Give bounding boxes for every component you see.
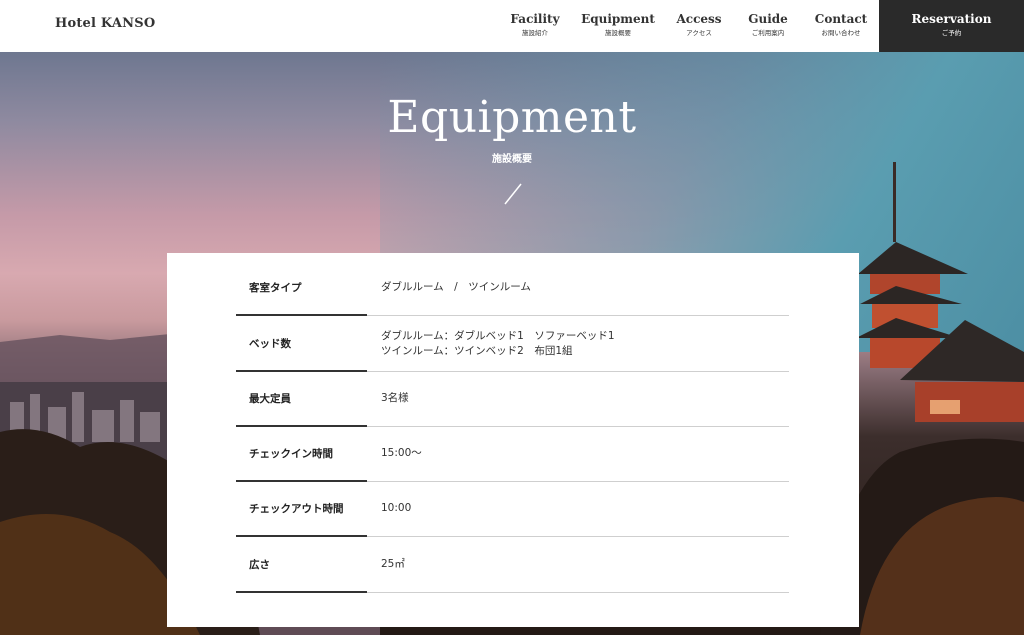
nav-item-contact[interactable]: Contact お問い合わせ bbox=[815, 12, 867, 38]
row-value-line: 25㎡ bbox=[381, 558, 405, 570]
nav-sublabel: お問い合わせ bbox=[821, 29, 861, 37]
row-value-line: 15:00〜 bbox=[381, 447, 422, 459]
nav-label: Guide bbox=[748, 12, 788, 26]
nav-label: Contact bbox=[814, 12, 868, 26]
row-value-line: 10:00 bbox=[381, 502, 412, 514]
brand-logo[interactable]: Hotel KANSO bbox=[55, 16, 155, 31]
nav-sublabel: 施設概要 bbox=[605, 29, 631, 37]
table-row-size: 広さ 25㎡ bbox=[236, 537, 789, 593]
site-header: Hotel KANSO Facility 施設紹介 Equipment 施設概要… bbox=[0, 0, 1024, 52]
nav-item-facility[interactable]: Facility 施設紹介 bbox=[510, 12, 559, 38]
row-value: 10:00 bbox=[381, 481, 411, 536]
row-value-line: 3名様 bbox=[381, 392, 409, 404]
row-label: 客室タイプ bbox=[249, 282, 302, 294]
nav-label: Facility bbox=[510, 12, 560, 26]
nav-sublabel: 施設紹介 bbox=[521, 29, 548, 37]
row-label: チェックアウト時間 bbox=[249, 503, 344, 515]
row-label: ベッド数 bbox=[249, 338, 291, 350]
row-label: 広さ bbox=[249, 559, 270, 571]
table-row-capacity: 最大定員 3名様 bbox=[236, 371, 789, 427]
row-label: 最大定員 bbox=[249, 393, 291, 405]
table-row-checkin: チェックイン時間 15:00〜 bbox=[236, 426, 789, 482]
row-value: 3名様 bbox=[381, 371, 409, 426]
equipment-table: 客室タイプ ダブルルーム / ツインルーム ベッド数 ダブルルーム：ダブルベッド… bbox=[167, 253, 859, 627]
reservation-sublabel: ご予約 bbox=[941, 29, 962, 37]
table-row-beds: ベッド数 ダブルルーム：ダブルベッド1 ソファーベッド1 ツインルーム：ツインベ… bbox=[236, 316, 789, 372]
row-label: チェックイン時間 bbox=[249, 448, 333, 460]
row-value-line: ツインルーム：ツインベッド2 布団1組 bbox=[381, 344, 573, 357]
row-value: ダブルルーム / ツインルーム bbox=[381, 260, 531, 315]
row-value-line: ダブルルーム：ダブルベッド1 ソファーベッド1 bbox=[381, 329, 615, 342]
nav-label: Equipment bbox=[581, 12, 655, 26]
row-value: 25㎡ bbox=[381, 537, 405, 592]
nav-sublabel: アクセス bbox=[686, 29, 712, 37]
page-title: Equipment bbox=[387, 92, 637, 143]
row-value-line: ダブルルーム / ツインルーム bbox=[381, 281, 531, 293]
nav-item-access[interactable]: Access アクセス bbox=[676, 12, 721, 38]
row-value: 15:00〜 bbox=[381, 426, 422, 481]
nav-item-guide[interactable]: Guide ご利用案内 bbox=[748, 12, 788, 38]
reservation-label: Reservation bbox=[911, 12, 992, 26]
row-value: ダブルルーム：ダブルベッド1 ソファーベッド1 ツインルーム：ツインベッド2 布… bbox=[381, 316, 615, 371]
slash-icon bbox=[504, 183, 522, 205]
label-underline bbox=[236, 591, 367, 593]
table-row-room-type: 客室タイプ ダブルルーム / ツインルーム bbox=[236, 260, 789, 316]
page-subtitle: 施設概要 bbox=[492, 154, 532, 165]
nav-label: Access bbox=[676, 12, 722, 26]
table-row-checkout: チェックアウト時間 10:00 bbox=[236, 481, 789, 537]
nav-sublabel: ご利用案内 bbox=[751, 29, 785, 37]
nav-item-equipment[interactable]: Equipment 施設概要 bbox=[581, 12, 655, 38]
reservation-button[interactable]: Reservation ご予約 bbox=[879, 0, 1024, 52]
